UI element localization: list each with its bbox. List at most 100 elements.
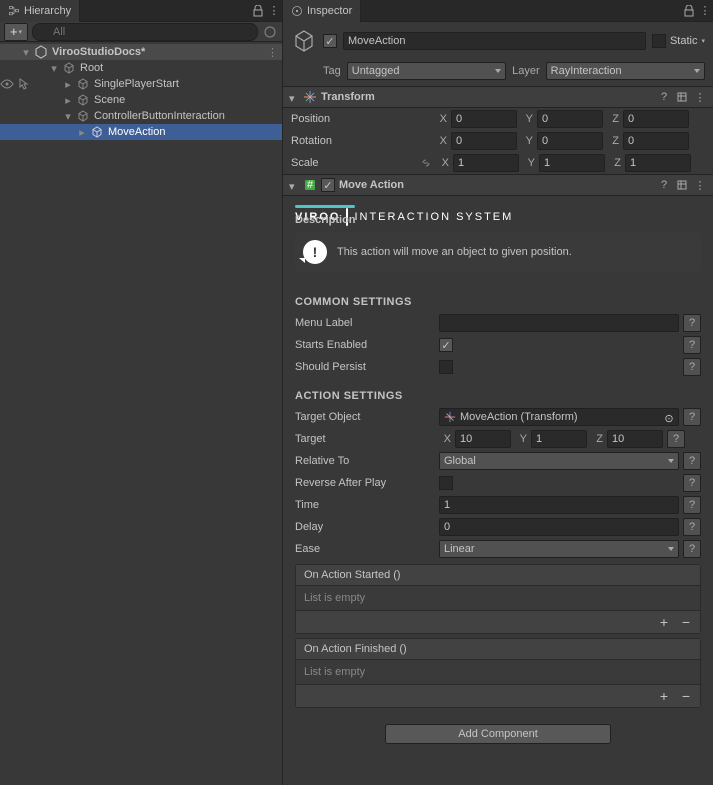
target-y[interactable] [531,430,587,448]
menu-label-input[interactable] [439,314,679,332]
hierarchy-tab[interactable]: Hierarchy [0,0,80,22]
help-button[interactable]: ? [683,496,701,514]
add-component-button[interactable]: Add Component [385,724,611,744]
preset-icon[interactable] [675,178,689,192]
hierarchy-toolbar: +▾ [0,22,282,42]
kebab-icon[interactable]: ⋮ [693,90,707,104]
tree-item-root[interactable]: ▾ Root [0,60,282,76]
active-checkbox[interactable]: ✓ [323,34,337,48]
hierarchy-search[interactable] [32,23,258,41]
expand-icon[interactable]: ▸ [76,126,88,138]
preset-icon[interactable] [675,90,689,104]
description-box: ! This action will move an object to giv… [295,232,701,272]
time-input[interactable] [439,496,679,514]
eye-icon[interactable] [0,77,14,91]
help-button[interactable]: ? [683,474,701,492]
common-settings-title: COMMON SETTINGS [283,284,713,312]
transform-title: Transform [321,91,653,103]
target-object-label: Target Object [295,411,435,423]
time-row: Time ? [283,494,713,516]
add-event-button[interactable]: + [654,613,674,631]
lock-icon[interactable] [250,3,266,19]
tag-dropdown[interactable]: Untagged [347,62,506,80]
scale-z[interactable] [625,154,691,172]
kebab-icon[interactable]: ⋮ [693,178,707,192]
component-enabled-checkbox[interactable]: ✓ [321,178,335,192]
help-button[interactable]: ? [683,452,701,470]
moveaction-header[interactable]: ▾ # ✓ Move Action ? ⋮ [283,174,713,196]
svg-text:#: # [307,179,314,191]
target-x[interactable] [455,430,511,448]
rotation-y[interactable] [537,132,603,150]
z-label: Z [607,113,619,125]
help-button[interactable]: ? [683,336,701,354]
rotation-x[interactable] [451,132,517,150]
expand-icon[interactable]: ▸ [62,94,74,106]
tree-label: Scene [92,94,125,106]
rotation-z[interactable] [623,132,689,150]
constrain-icon[interactable] [419,156,433,170]
reverse-after-play-label: Reverse After Play [295,477,435,489]
pick-icon[interactable] [16,77,30,91]
inspector-tab-bar: Inspector ⋮ [283,0,713,22]
rotation-row: Rotation X Y Z [283,130,713,152]
expand-icon[interactable]: ▾ [48,62,60,74]
object-name-input[interactable] [343,32,646,50]
position-x[interactable] [451,110,517,128]
relative-to-dropdown[interactable]: Global [439,452,679,470]
expand-icon[interactable]: ▾ [62,110,74,122]
help-button[interactable]: ? [683,518,701,536]
position-z[interactable] [623,110,689,128]
remove-event-button[interactable]: − [676,687,696,705]
transform-header[interactable]: ▾ Transform ? ⋮ [283,86,713,108]
collapse-icon[interactable]: ▾ [289,92,299,102]
create-dropdown[interactable]: +▾ [4,23,28,41]
add-event-button[interactable]: + [654,687,674,705]
help-icon[interactable]: ? [657,178,671,192]
kebab-icon[interactable]: ⋮ [266,3,282,19]
help-button[interactable]: ? [683,314,701,332]
expand-icon[interactable]: ▸ [62,78,74,90]
kebab-icon[interactable]: ⋮ [697,3,713,19]
starts-enabled-checkbox[interactable]: ✓ [439,338,453,352]
help-button[interactable]: ? [683,358,701,376]
script-icon: # [303,178,317,192]
tree-item-cbi[interactable]: ▾ ControllerButtonInteraction [0,108,282,124]
inspector-tab[interactable]: Inspector [283,0,361,22]
expand-icon[interactable]: ▾ [20,46,32,58]
help-icon[interactable]: ? [657,90,671,104]
remove-event-button[interactable]: − [676,613,696,631]
target-label: Target [295,433,435,445]
reverse-after-play-checkbox[interactable] [439,476,453,490]
lock-icon[interactable] [681,3,697,19]
action-settings-title: ACTION SETTINGS [283,378,713,406]
kebab-icon[interactable]: ⋮ [267,46,278,59]
collapse-icon[interactable]: ▾ [289,180,299,190]
scene-row[interactable]: ▾ VirooStudioDocs* ⋮ [0,44,282,60]
ease-dropdown[interactable]: Linear [439,540,679,558]
target-object-field[interactable]: MoveAction (Transform) ⊙ [439,408,679,426]
delay-input[interactable] [439,518,679,536]
help-button[interactable]: ? [683,408,701,426]
static-label: Static [670,35,698,47]
static-dropdown-icon[interactable]: ▾ [701,37,705,45]
hierarchy-tab-bar: Hierarchy ⋮ [0,0,282,22]
inspector-panel: Inspector ⋮ ✓ Static ▾ Tag Untagged Laye… [283,0,713,785]
static-checkbox[interactable] [652,34,666,48]
scale-y[interactable] [539,154,605,172]
tree-item-scene[interactable]: ▸ Scene [0,92,282,108]
position-y[interactable] [537,110,603,128]
gameobject-icon [76,77,90,91]
scale-x[interactable] [453,154,519,172]
help-button[interactable]: ? [683,540,701,558]
help-button[interactable]: ? [667,430,685,448]
tree-item-moveaction[interactable]: ▸ MoveAction [0,124,282,140]
target-z[interactable] [607,430,663,448]
should-persist-checkbox[interactable] [439,360,453,374]
gameobject-icon[interactable] [291,28,317,54]
object-picker-icon[interactable]: ⊙ [662,411,676,425]
filter-icon[interactable] [262,24,278,40]
inspector-title: Inspector [307,5,352,17]
tree-item-sps[interactable]: ▸ SinglePlayerStart [0,76,282,92]
layer-dropdown[interactable]: RayInteraction [546,62,705,80]
